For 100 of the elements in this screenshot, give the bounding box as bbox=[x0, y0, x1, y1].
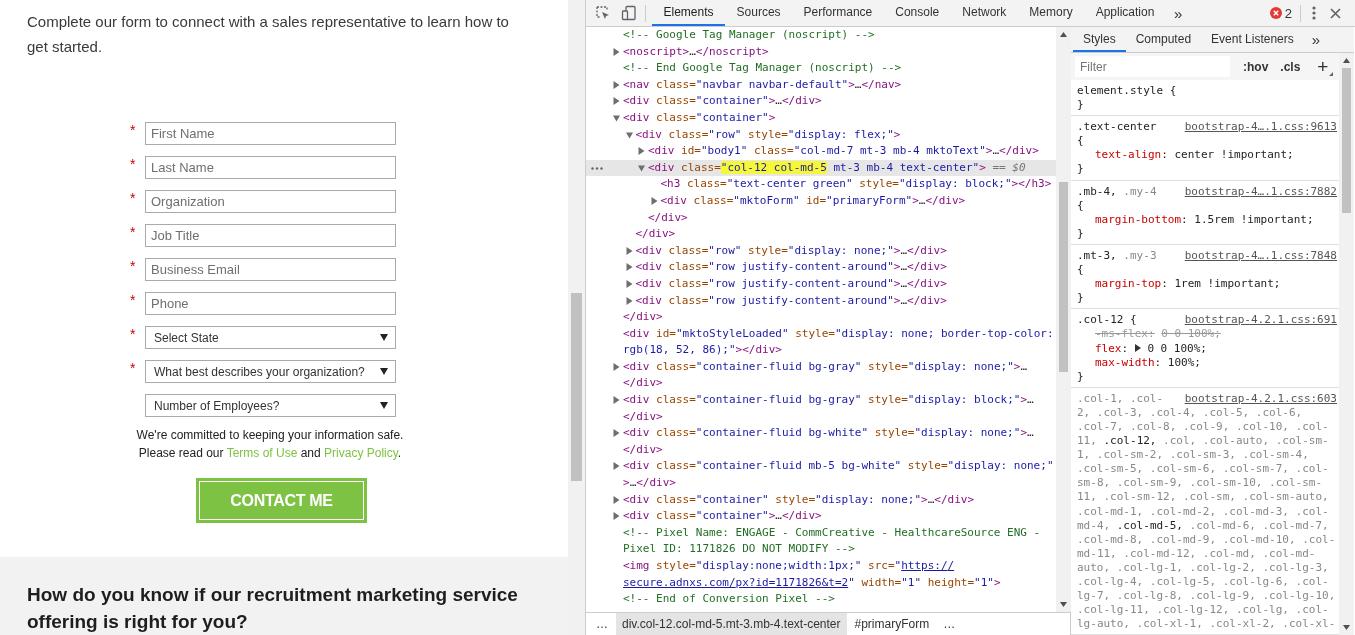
property-name[interactable]: flex: bbox=[1095, 341, 1129, 355]
code-text[interactable]: <div class="container-fluid mb-5 bg-white" style="display: none;" >…</div> bbox=[623, 458, 1056, 492]
rule-header[interactable]: element.style { bbox=[1077, 84, 1337, 99]
code-text[interactable]: <div class="container-fluid bg-gray" style="display: block;">… </div> bbox=[623, 392, 1056, 426]
scrollbar-thumb[interactable] bbox=[571, 293, 582, 481]
scroll-down-arrow-icon[interactable] bbox=[1343, 625, 1350, 630]
rule-header[interactable]: .mt-3, .my-3 bootstrap-4….1.css:7848 { bbox=[1077, 248, 1337, 278]
rule-header[interactable]: .mb-4, .my-4 bootstrap-4….1.css:7882 { bbox=[1077, 184, 1337, 213]
code-text[interactable]: <h3 class="text-center green" style="display: block;"></h3> bbox=[660, 176, 1056, 193]
code-text[interactable]: <div class="row" style="display: none;">…</div> bbox=[635, 242, 1056, 260]
panel-tab[interactable]: Console bbox=[883, 0, 951, 26]
scroll-up-arrow-icon[interactable] bbox=[1060, 32, 1067, 37]
collapse-arrow-icon[interactable] bbox=[613, 113, 620, 122]
rule-header[interactable]: .col-1, .col- bootstrap-4.2.1.css:603 2, .col-3, .col-4, .col-5, .col-6, .col-7, .col-8, .col-9, .col-10, .col-11, .col-12, .col, .col-auto, .col-sm-1, .col-sm-2, .col-sm-3, .col-sm-4, .col-sm-5, .col-sm-6, .col-sm-7, .col-sm-8, .col-sm-9, .col-sm-10, .col-sm-11, .col-sm-12, .col-sm, .col-sm-auto, .col-md-1, .col-md-2, .col-md-3, .col-md-4, .col-md-5, .col-md-6, .col-md-7, .col-md-8, .col-md-9, .col-md-10, .col-md-11, .col-md-12, .col-md, .col-md-auto, .col-lg-1, .col-lg-2, .col-lg-3, .col-lg-4, .col-lg-5, .col-lg-6, .col-lg-7, .col-lg-8, .col-lg-9, .col-lg-10, .col-lg-11, .col-lg-12, .col-lg, .col-lg-auto, .col-xl-1, .col-xl-2, .col-xl- bbox=[1077, 391, 1337, 632]
breadcrumb[interactable]: #primaryForm bbox=[848, 613, 936, 635]
required-asterisk: * bbox=[130, 326, 136, 342]
code-text[interactable]: <!-- End of Conversion Pixel --> bbox=[623, 591, 1056, 608]
source-link[interactable]: bootstrap-4.2.1.css:603 bbox=[1184, 391, 1337, 406]
code-text[interactable]: <div class="container-fluid bg-white" style="display: none;">… </div> bbox=[623, 425, 1056, 459]
toggle-button[interactable]: :hov bbox=[1240, 59, 1272, 74]
text-field[interactable]: Job Title bbox=[145, 224, 396, 247]
add-rule-button[interactable]: + bbox=[1313, 57, 1335, 76]
scroll-up-arrow-icon[interactable] bbox=[1343, 58, 1350, 63]
caret-icon bbox=[380, 368, 388, 375]
property-name[interactable]: margin-bottom: bbox=[1095, 212, 1188, 226]
text-field[interactable]: Last Name bbox=[145, 156, 396, 179]
code-text[interactable]: <div class="container-fluid bg-gray" style="display: none;">… </div> bbox=[623, 358, 1056, 393]
filter-field[interactable]: Filter bbox=[1075, 56, 1230, 77]
closing-brace: } bbox=[1077, 369, 1084, 383]
text-field[interactable]: First Name bbox=[145, 122, 396, 145]
error-counter[interactable]: 2 bbox=[1269, 0, 1292, 26]
text-field[interactable]: Business Email bbox=[145, 258, 396, 281]
property-value[interactable]: 0 0 100%; bbox=[1147, 341, 1207, 355]
code-text[interactable]: </div> bbox=[648, 209, 1056, 227]
panel-tab[interactable]: Network bbox=[950, 0, 1018, 26]
property-value[interactable]: 100%; bbox=[1167, 355, 1201, 369]
code-text[interactable]: <div class="mktoForm" id="primaryForm">…</div> bbox=[660, 192, 1056, 210]
code-text[interactable]: <nav class="navbar navbar-default">…</nav> bbox=[623, 76, 1056, 94]
code-text[interactable]: <div id="mktoStyleLoaded" style="display: none; border-top-color: rgb(18, 52, 86);"></div> bbox=[623, 325, 1056, 359]
more-tabs-button[interactable]: » bbox=[1165, 0, 1191, 26]
menu-icon[interactable] bbox=[1312, 6, 1316, 20]
code-text[interactable]: <!-- End Google Tag Manager (noscript) --> bbox=[623, 60, 1056, 77]
code-text[interactable]: <div class="row justify-content-around">…</div> bbox=[635, 292, 1056, 310]
close-icon[interactable] bbox=[1330, 7, 1341, 19]
required-asterisk: * bbox=[130, 224, 136, 240]
device-icon[interactable] bbox=[621, 5, 637, 21]
code-text[interactable]: <div class="container"> bbox=[623, 109, 1056, 127]
closing-brace: } bbox=[1077, 98, 1084, 112]
code-text[interactable]: <div class="container" style="display: none;">…</div> bbox=[623, 491, 1056, 509]
property-value[interactable]: 1.5rem !important; bbox=[1194, 212, 1314, 226]
code-text[interactable]: <div class="row justify-content-around">…</div> bbox=[635, 259, 1056, 276]
property-value[interactable]: center !important; bbox=[1174, 148, 1294, 162]
sidebar-tab[interactable]: Computed bbox=[1125, 27, 1202, 52]
breadcrumb[interactable]: … bbox=[937, 613, 962, 635]
text-field[interactable]: Organization bbox=[145, 190, 396, 213]
required-asterisk: * bbox=[130, 292, 136, 308]
code-text[interactable]: <img style="display:none;width:1px;" src="https://secure.adnxs.com/px?id=1171826&t=2" width="1" height="1"> bbox=[623, 558, 1056, 592]
source-link[interactable]: bootstrap-4.2.1.css:691 bbox=[1184, 313, 1337, 328]
source-link[interactable]: bootstrap-4….1.css:9613 bbox=[1184, 120, 1337, 135]
panel-tab[interactable]: Sources bbox=[725, 0, 793, 26]
collapse-arrow-icon[interactable] bbox=[625, 130, 633, 139]
text-field[interactable]: Phone bbox=[145, 292, 396, 315]
code-text[interactable]: <!-- Pixel Name: ENGAGE - CommCreative - HealthcareSource ENG - Pixel ID: 1171826 DO NOT MODIFY --> bbox=[623, 524, 1056, 558]
code-text[interactable]: <div id="body1" class="col-md-7 mt-3 mb-4 mktoText">…</div> bbox=[648, 143, 1056, 160]
breadcrumb[interactable]: … bbox=[590, 613, 614, 635]
error-icon bbox=[1269, 7, 1282, 19]
property-name[interactable]: margin-top: bbox=[1095, 277, 1168, 291]
scroll-down-arrow-icon[interactable] bbox=[1060, 602, 1067, 607]
code-text[interactable]: <div class="row" style="display: flex;"> bbox=[635, 126, 1056, 144]
dropdown[interactable]: Select State bbox=[145, 326, 396, 349]
code-text[interactable]: </div> bbox=[623, 309, 1056, 326]
scrollbar-thumb[interactable] bbox=[1342, 68, 1351, 213]
panel-tab[interactable]: Memory bbox=[1017, 0, 1085, 26]
dropdown[interactable]: What best describes your organization? bbox=[145, 360, 396, 383]
code-text[interactable]: <!-- Google Tag Manager (noscript) --> bbox=[623, 27, 1056, 44]
property-name[interactable]: max-width: bbox=[1095, 355, 1162, 369]
closing-brace: } bbox=[1077, 226, 1084, 240]
code-text[interactable]: <div class="container">…</div> bbox=[623, 93, 1056, 110]
rule-header[interactable]: .col-12 { bootstrap-4.2.1.css:691 bbox=[1077, 313, 1337, 328]
code-text[interactable]: <noscript>…</noscript> bbox=[623, 43, 1056, 61]
property-name[interactable]: text-align: bbox=[1095, 148, 1168, 162]
sidebar-tab[interactable]: Event Listeners bbox=[1201, 27, 1304, 52]
breadcrumb[interactable]: div.col-12.col-md-5.mt-3.mb-4.text-center bbox=[616, 613, 847, 635]
more-tabs-button[interactable]: » bbox=[1303, 27, 1329, 52]
panel-tab[interactable]: Performance bbox=[792, 0, 884, 26]
required-asterisk: * bbox=[130, 190, 136, 206]
collapse-arrow-icon[interactable] bbox=[638, 163, 645, 172]
code-text[interactable]: </div> bbox=[635, 226, 1056, 243]
inspect-icon[interactable] bbox=[595, 5, 611, 21]
more-icon[interactable] bbox=[591, 166, 603, 170]
dropdown[interactable]: Number of Employees? bbox=[145, 394, 396, 417]
expand-arrow-icon[interactable] bbox=[1134, 343, 1141, 352]
property-value[interactable]: 1rem !important; bbox=[1174, 277, 1281, 291]
code-text[interactable]: <div class="row justify-content-around">…</div> bbox=[635, 275, 1056, 293]
scrollbar-thumb[interactable] bbox=[1059, 182, 1068, 372]
code-text[interactable]: <div class="container">…</div> bbox=[623, 508, 1056, 525]
panel-tab[interactable]: Application bbox=[1084, 0, 1166, 26]
toggle-button[interactable]: .cls bbox=[1277, 59, 1304, 74]
source-link[interactable]: bootstrap-4….1.css:7882 bbox=[1184, 184, 1337, 199]
source-link[interactable]: bootstrap-4….1.css:7848 bbox=[1184, 248, 1337, 264]
